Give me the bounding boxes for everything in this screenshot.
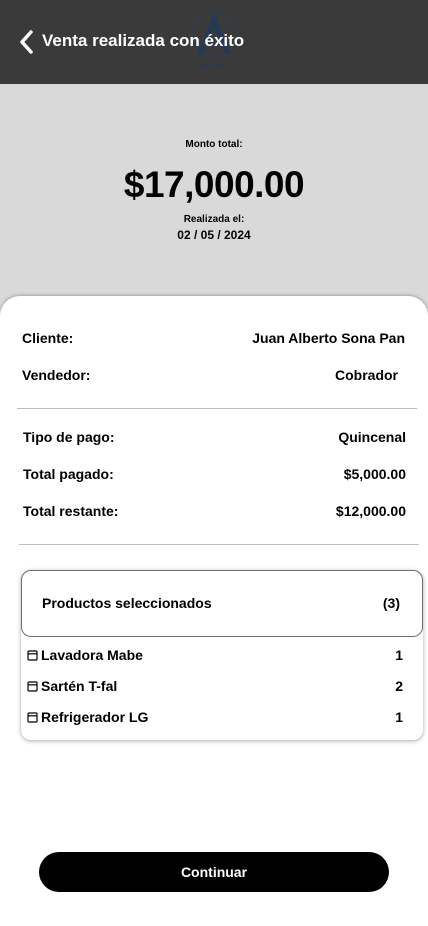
product-item: Sartén T-fal 2 <box>27 678 403 696</box>
total-paid-label: Total pagado: <box>23 466 114 482</box>
product-quantity: 1 <box>395 709 403 725</box>
page-title: Venta realizada con éxito <box>42 31 245 50</box>
seller-label: Vendedor: <box>22 367 91 383</box>
seller-row: Vendedor: Cobrador <box>22 367 406 387</box>
client-row: Cliente: Juan Alberto Sona Pan <box>22 330 406 350</box>
remaining-value: $12,000.00 <box>335 503 406 519</box>
details-sheet: Cliente: Juan Alberto Sona Pan Vendedor:… <box>0 296 428 926</box>
remaining-row: Total restante: $12,000.00 <box>23 503 406 523</box>
payment-type-value: Quincenal <box>338 429 406 445</box>
divider <box>17 408 417 409</box>
payment-type-label: Tipo de pago: <box>23 429 115 445</box>
remaining-label: Total restante: <box>23 503 119 519</box>
continue-button[interactable]: Continuar <box>39 852 389 892</box>
total-paid-value: $5,000.00 <box>343 466 406 482</box>
selected-products-title: Productos seleccionados <box>42 595 212 611</box>
back-arrow-icon[interactable] <box>16 28 38 56</box>
product-name: Refrigerador LG <box>41 709 149 725</box>
seller-value: Cobrador <box>335 367 398 383</box>
payment-type-row: Tipo de pago: Quincenal <box>23 429 406 449</box>
total-amount-label: Monto total: <box>185 139 243 150</box>
box-icon <box>27 650 38 661</box>
product-item: Lavadora Mabe 1 <box>27 647 403 665</box>
top-bar: SPECOMER Venta realizada con éxito <box>0 0 428 84</box>
product-quantity: 2 <box>395 678 403 694</box>
client-label: Cliente: <box>22 330 74 346</box>
selected-products-header[interactable]: Productos seleccionados (3) <box>21 570 423 637</box>
sale-date-label: Realizada el: <box>183 214 245 225</box>
total-amount-value: $17,000.00 <box>123 164 305 205</box>
divider <box>19 544 419 545</box>
product-quantity: 1 <box>395 647 403 663</box>
svg-text:SPECOMER: SPECOMER <box>200 64 228 70</box>
selected-products-card: Productos seleccionados (3) Lavadora Mab… <box>21 570 423 740</box>
client-value: Juan Alberto Sona Pan <box>252 330 405 346</box>
sale-summary: Monto total: $17,000.00 Realizada el: 02… <box>0 84 428 304</box>
product-name: Lavadora Mabe <box>41 647 143 663</box>
box-icon <box>27 712 38 723</box>
box-icon <box>27 681 38 692</box>
product-name: Sartén T-fal <box>41 678 118 694</box>
total-paid-row: Total pagado: $5,000.00 <box>23 466 406 486</box>
sale-date-value: 02 / 05 / 2024 <box>177 228 251 242</box>
selected-products-count: (3) <box>382 595 400 611</box>
product-item: Refrigerador LG 1 <box>27 709 403 727</box>
